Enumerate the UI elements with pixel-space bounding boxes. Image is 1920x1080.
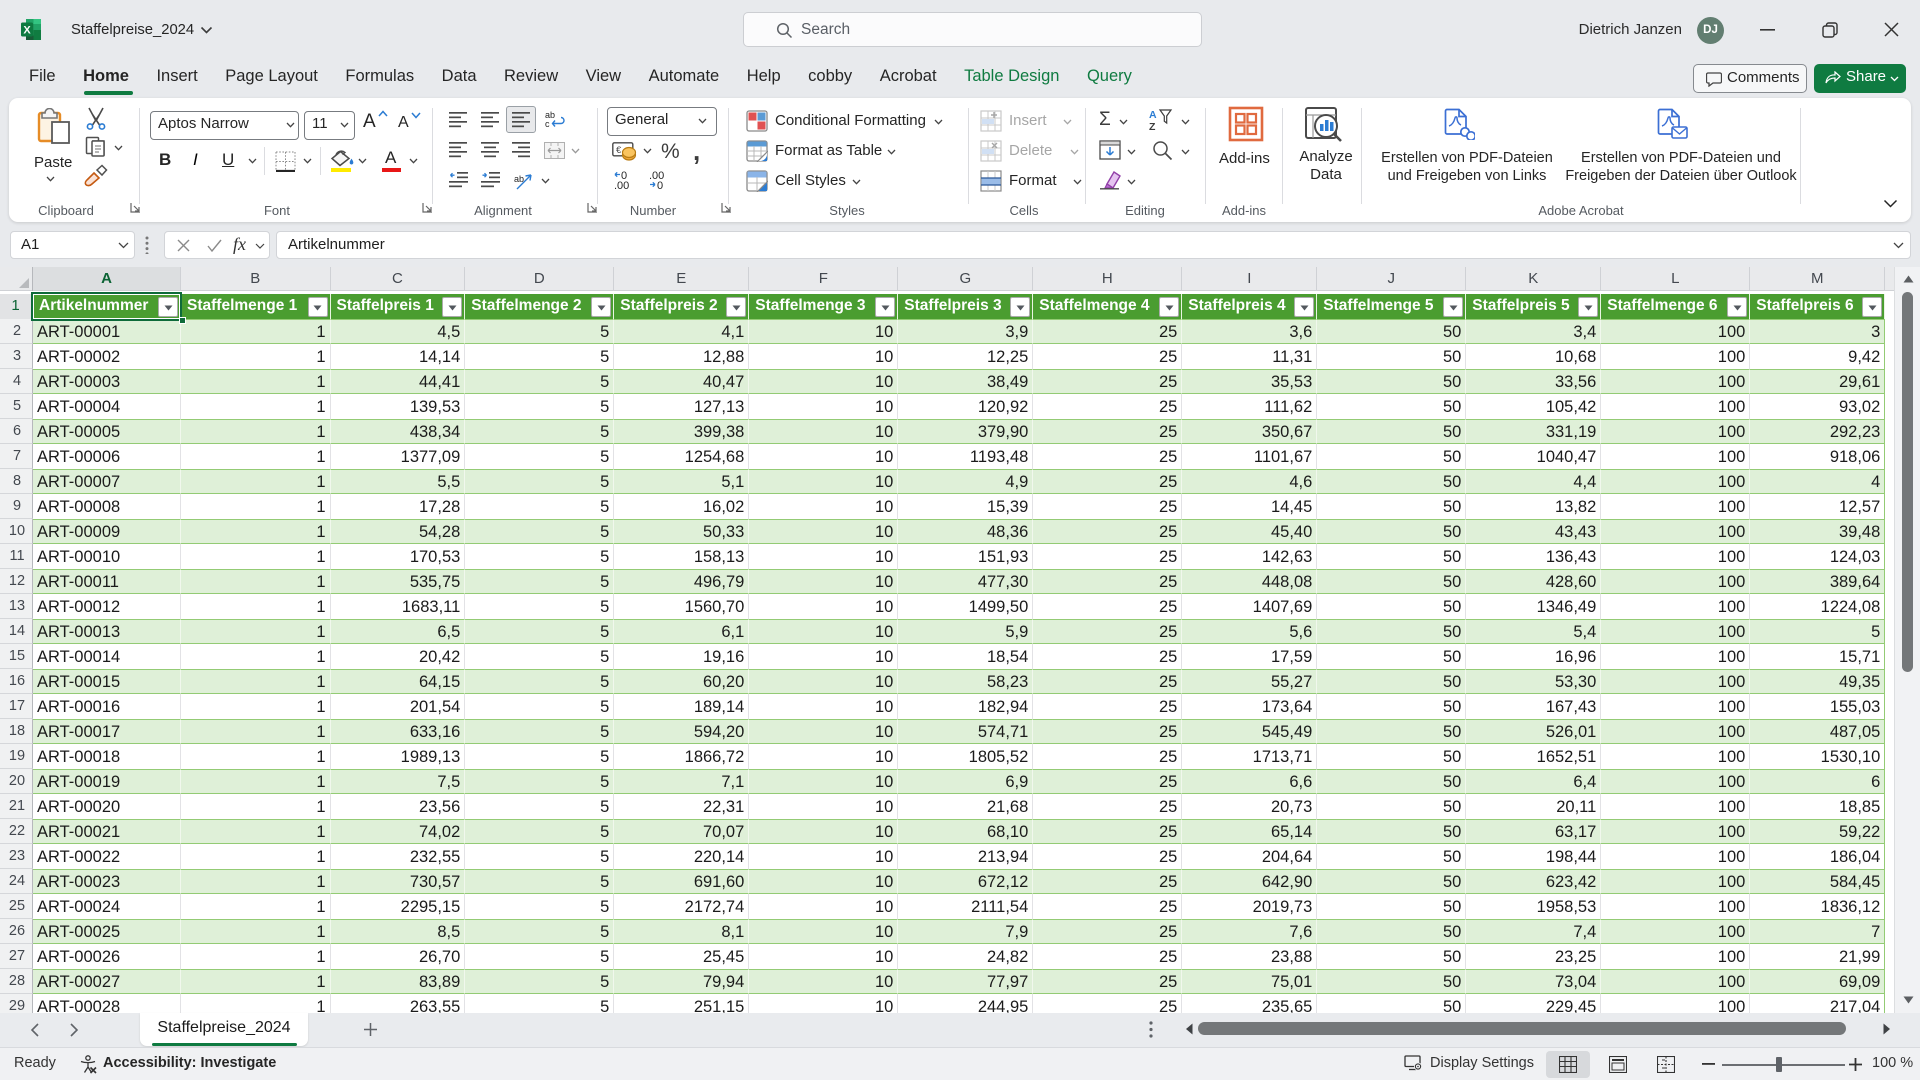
svg-text:A: A bbox=[1149, 109, 1157, 121]
svg-text:0: 0 bbox=[657, 180, 663, 190]
svg-text:Z: Z bbox=[1149, 121, 1156, 132]
svg-text:c: c bbox=[545, 119, 550, 129]
svg-text:X: X bbox=[23, 25, 31, 37]
svg-text:0: 0 bbox=[621, 170, 627, 182]
svg-text:€: € bbox=[616, 145, 622, 156]
